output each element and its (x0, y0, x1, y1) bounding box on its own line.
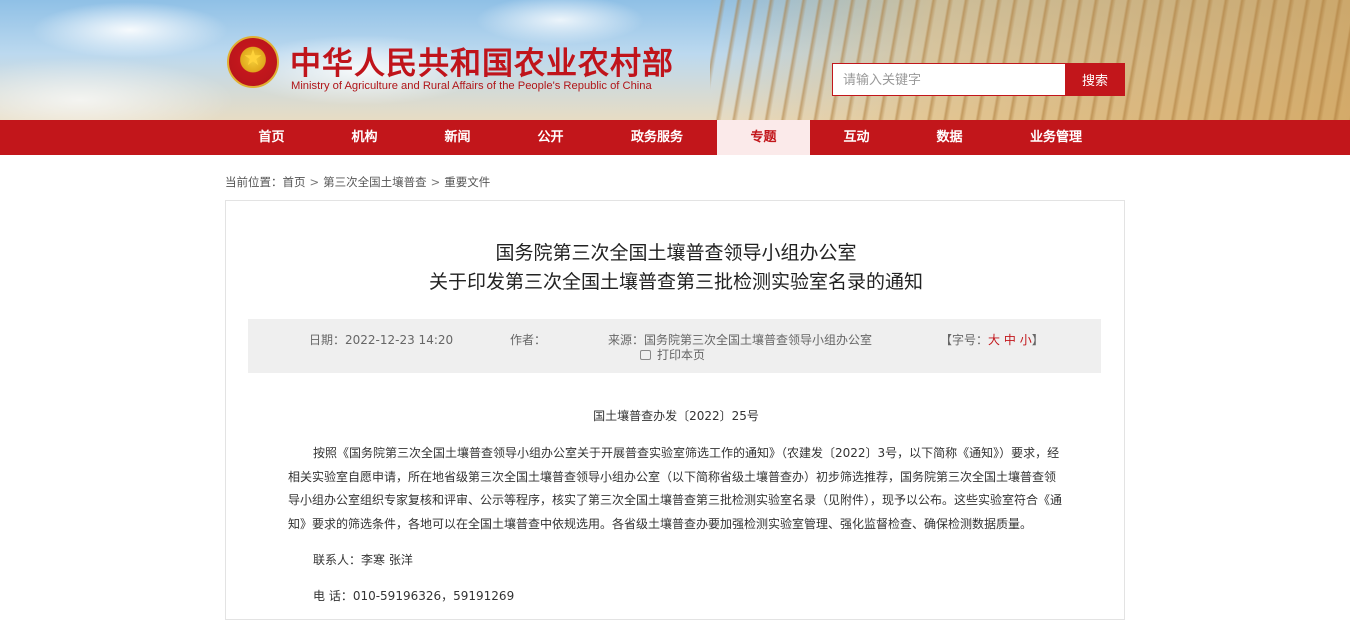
breadcrumb: 当前位置：首页 > 第三次全国土壤普查 > 重要文件 (225, 174, 490, 190)
font-size-large[interactable]: 大 (988, 333, 1000, 347)
breadcrumb-important-docs[interactable]: 重要文件 (444, 175, 490, 189)
breadcrumb-prefix: 当前位置： (225, 175, 283, 189)
breadcrumb-soil-census[interactable]: 第三次全国土壤普查 (323, 175, 427, 189)
wheat-field-background (710, 0, 1350, 120)
breadcrumb-separator: > (430, 175, 441, 189)
font-size-label-open: 【字号： (940, 333, 989, 347)
nav-item-data[interactable]: 数据 (903, 120, 996, 155)
font-size-small[interactable]: 小 (1020, 333, 1032, 347)
print-label: 打印本页 (657, 348, 706, 362)
printer-icon (640, 349, 651, 360)
nav-item-government-services[interactable]: 政务服务 (597, 120, 717, 155)
breadcrumb-home[interactable]: 首页 (283, 175, 306, 189)
nav-item-public[interactable]: 公开 (504, 120, 597, 155)
article-card: 国务院第三次全国土壤普查领导小组办公室 关于印发第三次全国土壤普查第三批检测实验… (225, 200, 1125, 620)
article-title: 国务院第三次全国土壤普查领导小组办公室 关于印发第三次全国土壤普查第三批检测实验… (226, 239, 1126, 297)
nav-item-interaction[interactable]: 互动 (810, 120, 903, 155)
nav-item-news[interactable]: 新闻 (411, 120, 504, 155)
search-button[interactable]: 搜索 (1065, 63, 1125, 96)
main-nav: 首页 机构 新闻 公开 政务服务 专题 互动 数据 业务管理 (0, 120, 1350, 155)
national-emblem-icon[interactable]: ★ (227, 36, 279, 88)
search-input[interactable] (832, 63, 1065, 96)
nav-item-organization[interactable]: 机构 (318, 120, 411, 155)
article-author: 作者： (510, 333, 547, 347)
article-date: 日期：2022-12-23 14:20 (309, 333, 454, 347)
contact-person: 联系人：李寒 张洋 (313, 553, 413, 567)
article-meta: 日期：2022-12-23 14:20 作者： 来源：国务院第三次全国土壤普查领… (248, 319, 1101, 373)
header-banner: ★ 中华人民共和国农业农村部 Ministry of Agriculture a… (0, 0, 1350, 120)
article-title-line2: 关于印发第三次全国土壤普查第三批检测实验室名录的通知 (428, 271, 923, 293)
breadcrumb-separator: > (309, 175, 320, 189)
search-box: 搜索 (832, 63, 1125, 96)
nav-item-home[interactable]: 首页 (225, 120, 318, 155)
font-size-label-close: 】 (1031, 333, 1044, 347)
contact-phone: 电 话：010-59196326，59191269 (313, 589, 515, 603)
site-title[interactable]: 中华人民共和国农业农村部 (290, 38, 674, 83)
font-size-control: 【字号：大 中 小】 (940, 331, 1044, 348)
site-subtitle: Ministry of Agriculture and Rural Affair… (291, 80, 652, 92)
star-icon: ★ (243, 46, 263, 72)
article-title-line1: 国务院第三次全国土壤普查领导小组办公室 (495, 242, 857, 264)
nav-item-topics[interactable]: 专题 (717, 120, 810, 155)
font-size-medium[interactable]: 中 (1004, 333, 1016, 347)
nav-item-business-management[interactable]: 业务管理 (996, 120, 1116, 155)
article-paragraph: 按照《国务院第三次全国土壤普查领导小组办公室关于开展普查实验室筛选工作的通知》（… (288, 446, 1063, 531)
print-page-button[interactable]: 打印本页 (640, 346, 705, 363)
document-number: 国土壤普查办发〔2022〕25号 (593, 409, 759, 423)
